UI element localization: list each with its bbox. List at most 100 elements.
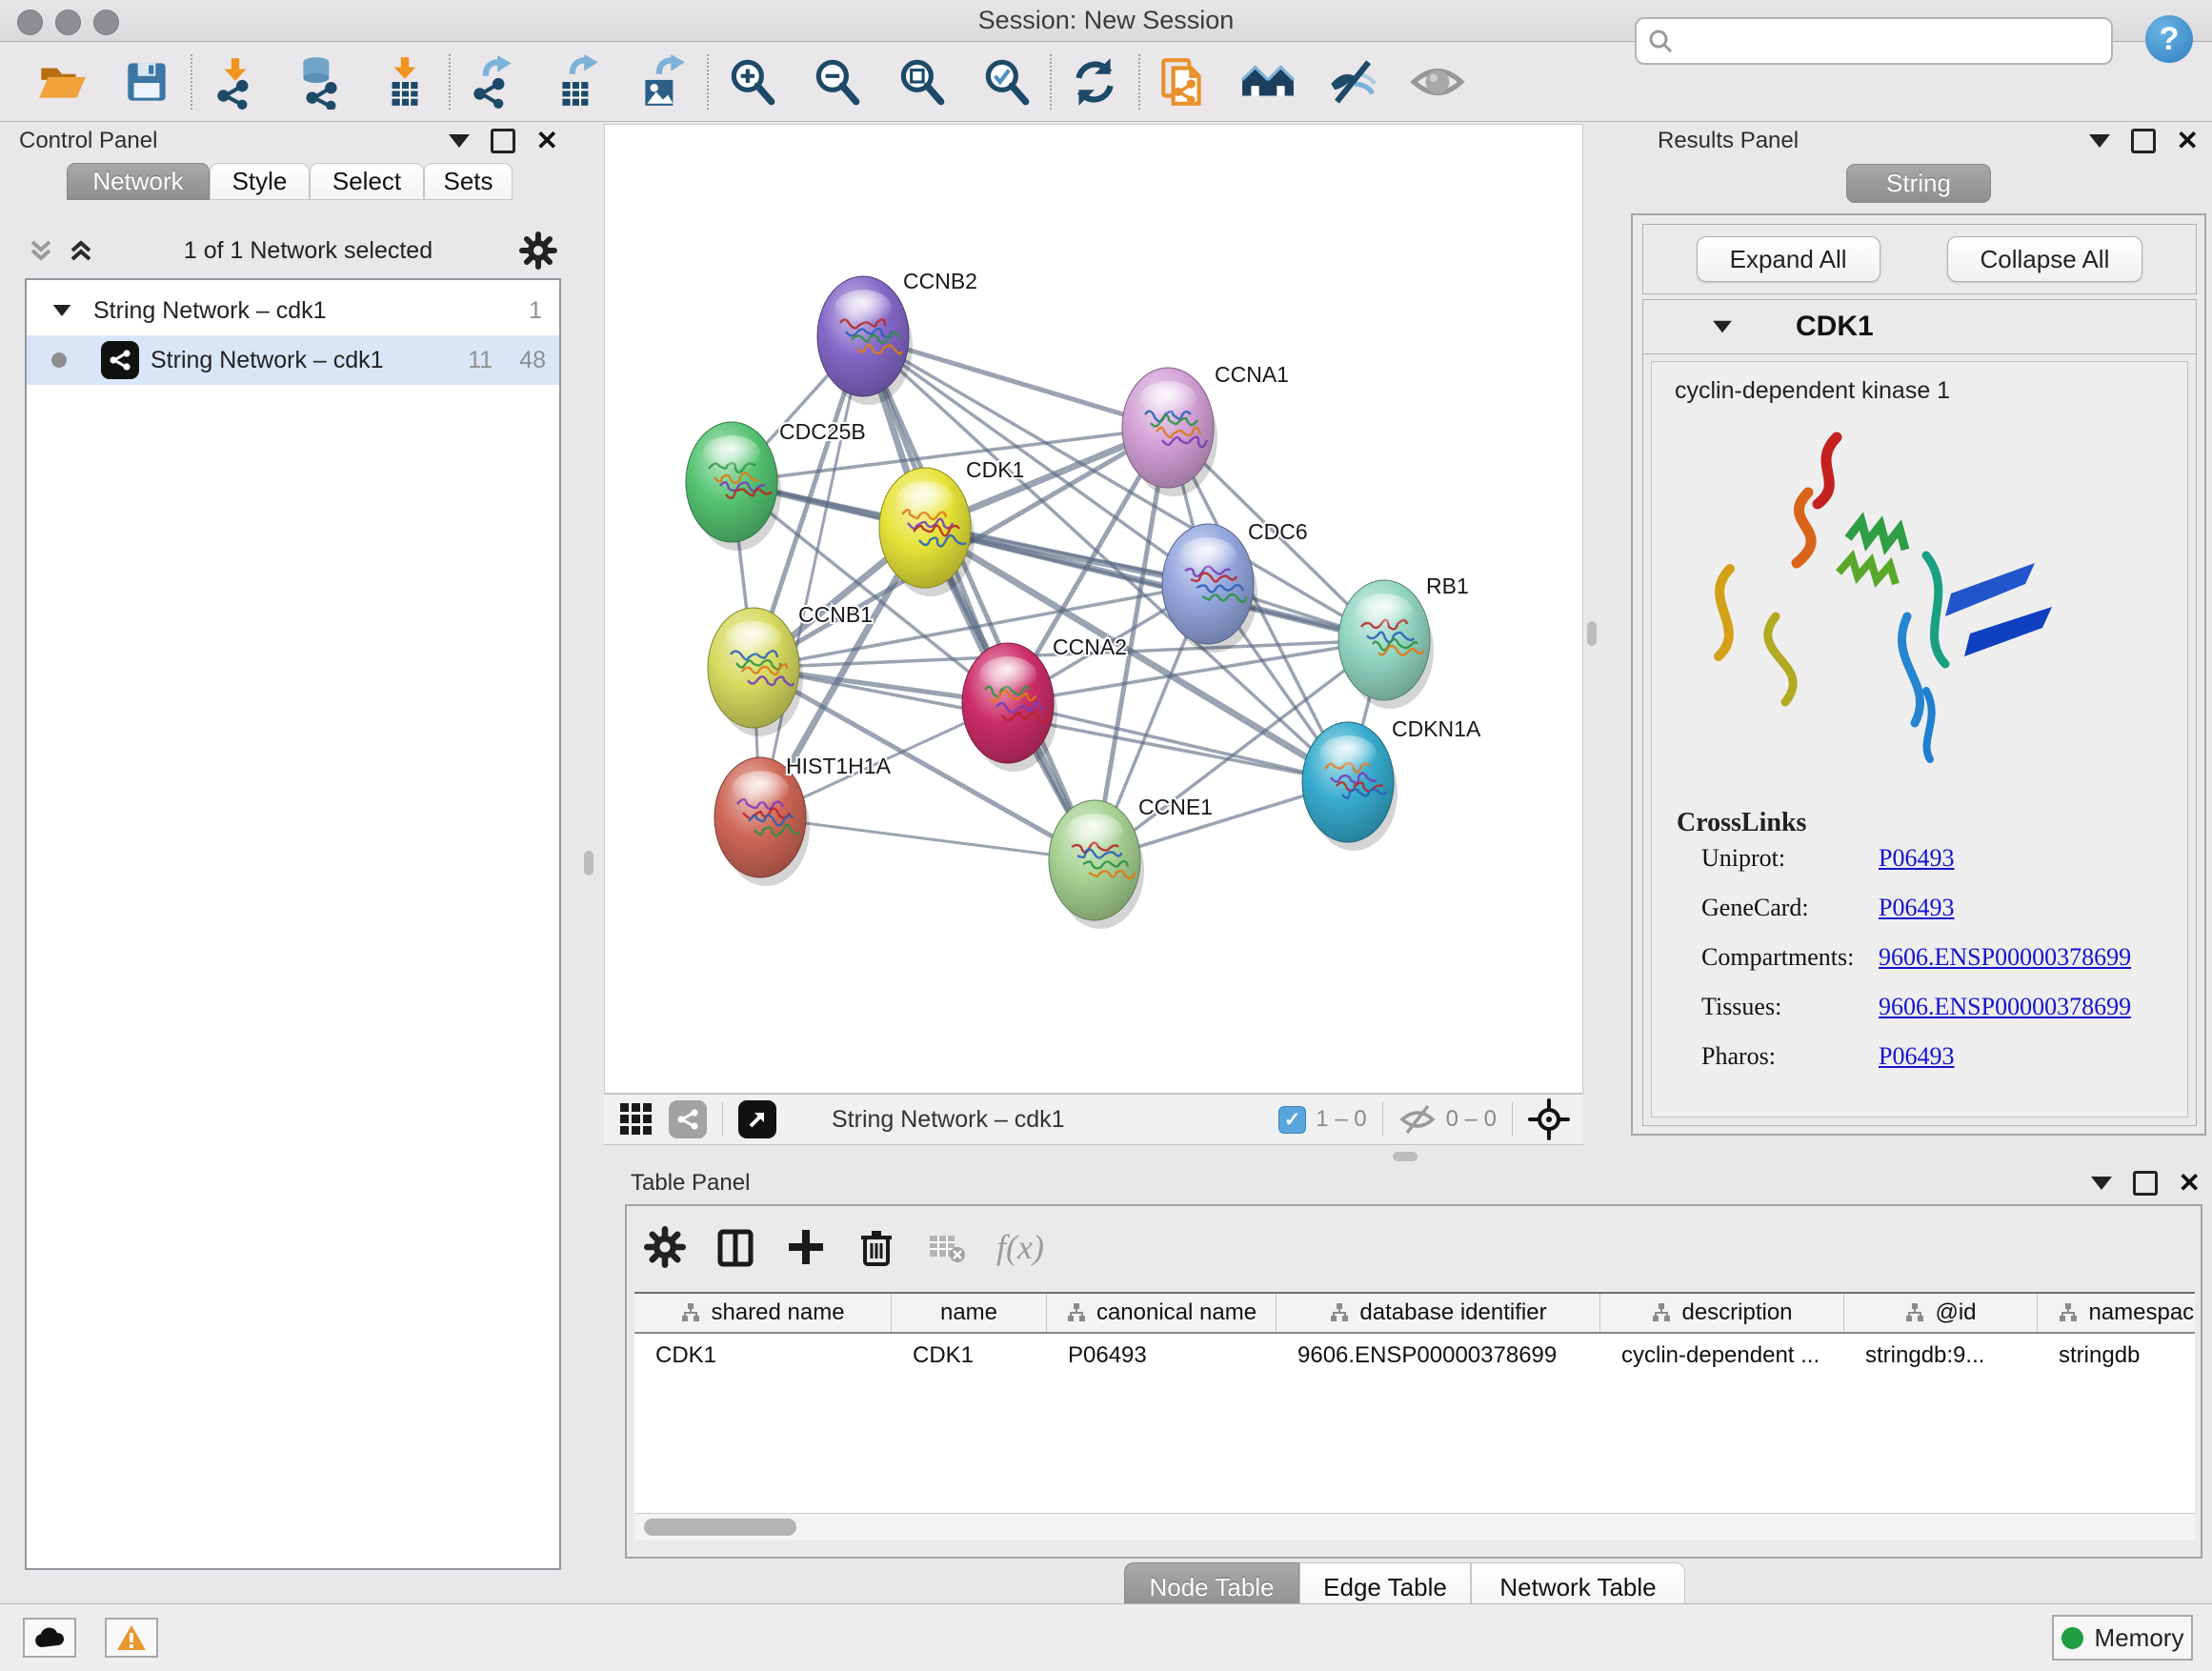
node-label: CCNE1 — [1138, 795, 1213, 819]
zoom-selected-button[interactable] — [978, 54, 1034, 110]
crosslink-link[interactable]: P06493 — [1879, 1042, 1954, 1071]
table-cell[interactable]: stringdb — [2038, 1342, 2195, 1369]
houses-icon — [1240, 54, 1296, 110]
gene-collapse-icon[interactable] — [1713, 321, 1732, 333]
network-edge[interactable] — [1008, 703, 1348, 782]
table-cell[interactable]: CDK1 — [892, 1342, 1047, 1369]
fit-selected-icon[interactable] — [1528, 1098, 1570, 1140]
column-header-database-identifier[interactable]: database identifier — [1277, 1294, 1600, 1332]
grid-view-icon[interactable] — [615, 1098, 657, 1140]
help-button[interactable]: ? — [2145, 15, 2193, 63]
left-splitter-handle[interactable] — [584, 851, 593, 876]
export-table-icon — [551, 54, 606, 110]
network-node-HIST1H1A[interactable]: HIST1H1A — [714, 754, 892, 886]
network-node-CCNB2[interactable]: CCNB2 — [817, 269, 977, 405]
network-edge[interactable] — [863, 336, 1095, 860]
table-cell[interactable]: CDK1 — [634, 1342, 892, 1369]
results-panel-close-icon[interactable]: ✕ — [2177, 131, 2199, 151]
crosslink-row: Uniprot:P06493 — [1701, 844, 2187, 873]
table-cell[interactable]: cyclin-dependent ... — [1600, 1342, 1844, 1369]
results-panel-header: Results Panel ✕ — [1631, 124, 2208, 158]
results-panel-float-icon[interactable] — [2089, 134, 2110, 148]
crosslink-link[interactable]: 9606.ENSP00000378699 — [1879, 993, 2131, 1021]
open-session-button[interactable] — [34, 54, 90, 110]
detach-view-icon[interactable] — [738, 1100, 776, 1138]
import-network-database-button[interactable] — [292, 54, 348, 110]
table-panel-maximize-icon[interactable] — [2133, 1171, 2158, 1196]
network-node-CDC25B[interactable]: CDC25B — [686, 419, 866, 551]
import-table-button[interactable] — [377, 54, 432, 110]
network-canvas[interactable]: CCNB2CCNA1CDC25BCDK1CDC6RB1CCNB1CCNA2CDK… — [604, 124, 1583, 1094]
network-node-CDC6[interactable]: CDC6 — [1162, 519, 1308, 653]
control-panel-close-icon[interactable]: ✕ — [536, 131, 558, 151]
column-header-name[interactable]: name — [892, 1294, 1047, 1332]
control-panel-maximize-icon[interactable] — [491, 129, 515, 153]
memory-button[interactable]: Memory — [2052, 1615, 2193, 1661]
column-header-namespace[interactable]: namespace — [2038, 1294, 2195, 1332]
table-gear-icon[interactable] — [644, 1226, 686, 1268]
right-splitter-handle[interactable] — [1587, 621, 1597, 646]
network-node-CCNE1[interactable]: CCNE1 — [1049, 795, 1213, 929]
import-network-file-button[interactable] — [208, 54, 263, 110]
results-panel-maximize-icon[interactable] — [2131, 129, 2156, 153]
show-columns-icon[interactable] — [714, 1226, 756, 1268]
hidden-eye-icon[interactable] — [1398, 1100, 1437, 1138]
highlight-button[interactable] — [1410, 54, 1465, 110]
string-import-button[interactable] — [1156, 54, 1211, 110]
save-session-button[interactable] — [119, 54, 174, 110]
hide-unhide-button[interactable] — [1325, 54, 1380, 110]
crosslink-link[interactable]: P06493 — [1879, 844, 1954, 873]
selected-checkbox[interactable]: ✓ — [1278, 1106, 1306, 1134]
search-input[interactable] — [1684, 27, 2111, 55]
results-panel-title: Results Panel — [1658, 128, 1799, 154]
warning-status-button[interactable] — [105, 1618, 158, 1658]
expand-all-button[interactable]: Expand All — [1697, 236, 1880, 282]
gear-icon[interactable] — [519, 232, 557, 270]
cloud-icon — [33, 1626, 66, 1649]
add-column-icon[interactable] — [785, 1226, 827, 1268]
expand-all-icon[interactable] — [65, 234, 97, 267]
network-graph[interactable]: CCNB2CCNA1CDC25BCDK1CDC6RB1CCNB1CCNA2CDK… — [605, 125, 1582, 1093]
tab-network[interactable]: Network — [67, 163, 210, 200]
collapse-all-button[interactable]: Collapse All — [1947, 236, 2143, 282]
collection-expand-icon[interactable] — [53, 305, 71, 316]
network-row-selected[interactable]: String Network – cdk1 11 48 — [27, 335, 559, 385]
network-node-CDKN1A[interactable]: CDKN1A — [1302, 716, 1481, 851]
export-table-button[interactable] — [551, 54, 606, 110]
string-home-button[interactable] — [1240, 54, 1296, 110]
crosslink-link[interactable]: P06493 — [1879, 894, 1954, 922]
network-node-RB1[interactable]: RB1 — [1338, 574, 1469, 709]
column-header-shared-name[interactable]: shared name — [634, 1294, 892, 1332]
crosslink-link[interactable]: 9606.ENSP00000378699 — [1879, 943, 2131, 972]
column-header-canonical-name[interactable]: canonical name — [1047, 1294, 1277, 1332]
collapse-all-icon[interactable] — [25, 234, 57, 267]
zoom-fit-button[interactable] — [894, 54, 949, 110]
refresh-layout-button[interactable] — [1067, 54, 1122, 110]
gene-section-header[interactable]: CDK1 — [1643, 300, 2196, 354]
column-header--id[interactable]: @id — [1844, 1294, 2038, 1332]
zoom-out-button[interactable] — [809, 54, 864, 110]
delete-column-icon[interactable] — [855, 1226, 897, 1268]
control-panel-float-icon[interactable] — [449, 134, 470, 148]
cloud-status-button[interactable] — [23, 1618, 76, 1658]
table-row[interactable]: CDK1CDK1P064939606.ENSP00000378699cyclin… — [634, 1334, 2195, 1378]
table-panel-float-icon[interactable] — [2091, 1177, 2112, 1190]
table-panel-close-icon[interactable]: ✕ — [2179, 1174, 2201, 1193]
column-header-description[interactable]: description — [1600, 1294, 1844, 1332]
table-cell[interactable]: 9606.ENSP00000378699 — [1277, 1342, 1600, 1369]
network-collection-row[interactable]: String Network – cdk1 1 — [27, 286, 559, 335]
export-network-button[interactable] — [466, 54, 521, 110]
export-image-button[interactable] — [635, 54, 691, 110]
tab-select[interactable]: Select — [310, 163, 424, 200]
network-node-CCNA1[interactable]: CCNA1 — [1122, 362, 1289, 496]
results-tab-string[interactable]: String — [1846, 164, 1991, 203]
zoom-in-button[interactable] — [724, 54, 779, 110]
table-horizontal-scrollbar[interactable] — [634, 1513, 2195, 1540]
table-cell[interactable]: P06493 — [1047, 1342, 1277, 1369]
network-edge[interactable] — [760, 817, 1095, 860]
tab-sets[interactable]: Sets — [424, 163, 513, 200]
scrollbar-thumb[interactable] — [644, 1519, 796, 1536]
horizontal-splitter-handle[interactable] — [1393, 1152, 1418, 1161]
table-cell[interactable]: stringdb:9... — [1844, 1342, 2038, 1369]
tab-style[interactable]: Style — [210, 163, 310, 200]
